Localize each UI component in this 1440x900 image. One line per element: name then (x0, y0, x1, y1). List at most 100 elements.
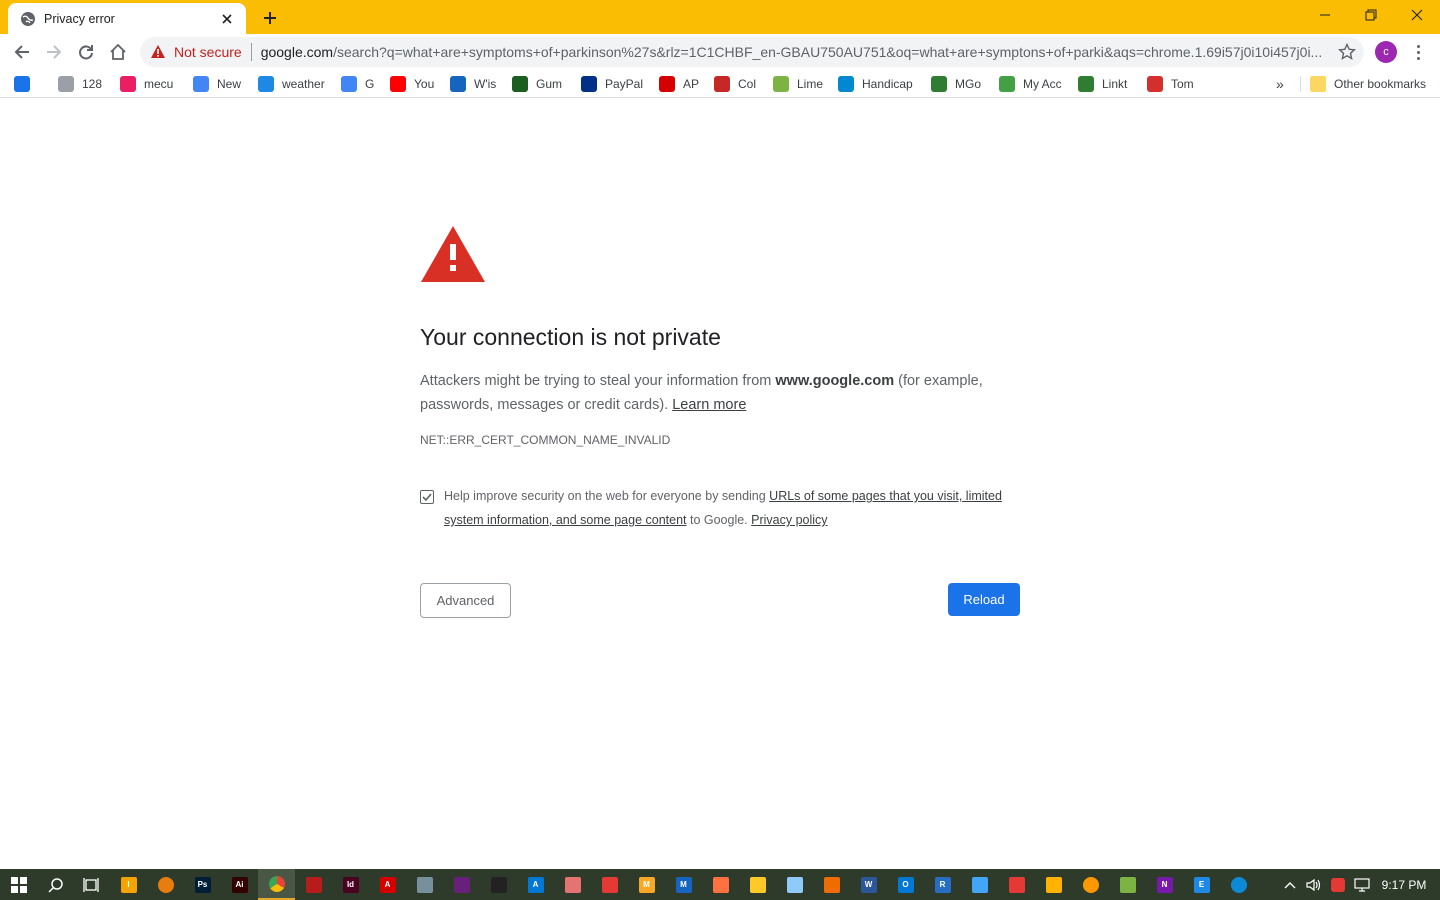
url-text[interactable]: google.com/search?q=what+are+symptoms+of… (261, 44, 1326, 60)
taskbar-clock[interactable]: 9:17 PM (1376, 869, 1432, 900)
taskbar-app-button[interactable]: Id (332, 869, 369, 900)
bookmark-item[interactable]: Col (714, 74, 756, 94)
taskbar-app-button[interactable] (702, 869, 739, 900)
taskbar-app-button[interactable] (1220, 869, 1257, 900)
back-button[interactable] (8, 38, 36, 66)
tab-privacy-error[interactable]: Privacy error (8, 3, 246, 34)
bookmark-item[interactable] (14, 74, 38, 94)
restore-button[interactable] (1348, 0, 1394, 30)
arrow-left-icon (14, 45, 29, 59)
taskbar-app-button[interactable]: A (517, 869, 554, 900)
volume-icon[interactable] (1303, 869, 1325, 900)
taskbar-app-button[interactable]: W (850, 869, 887, 900)
taskbar-app-button[interactable] (998, 869, 1035, 900)
taskbar-app-button[interactable] (813, 869, 850, 900)
star-icon[interactable] (1338, 43, 1356, 61)
taskbar-app-button[interactable]: A (369, 869, 406, 900)
taskbar-app-button[interactable]: O (887, 869, 924, 900)
taskbar-app-button[interactable] (1109, 869, 1146, 900)
search-button[interactable] (37, 869, 74, 900)
not-secure-label[interactable]: Not secure (174, 44, 242, 60)
taskbar-app-button[interactable]: Ai (221, 869, 258, 900)
bookmark-item[interactable]: Handicap (838, 74, 913, 94)
taskbar-app-button[interactable]: E (1183, 869, 1220, 900)
close-window-button[interactable] (1394, 0, 1440, 30)
bookmark-item[interactable]: Gum (512, 74, 562, 94)
taskbar-app-button[interactable] (776, 869, 813, 900)
unity-icon (490, 876, 507, 893)
taskbar-app-button[interactable]: I (110, 869, 147, 900)
taskbar-app-button[interactable] (1072, 869, 1109, 900)
taskbar-app-button[interactable] (295, 869, 332, 900)
taskbar-app-button[interactable]: N (1146, 869, 1183, 900)
bookmark-item[interactable]: G (341, 74, 374, 94)
taskbar-app-button[interactable] (554, 869, 591, 900)
bookmark-item[interactable]: Linkt (1078, 74, 1127, 94)
bookmarks-overflow-chevron-icon[interactable]: » (1276, 74, 1292, 94)
chrome-icon (268, 875, 285, 892)
optin-checkbox[interactable] (420, 490, 434, 504)
remote-icon (971, 876, 988, 893)
taskbar-app-button[interactable] (961, 869, 998, 900)
plus-icon (264, 12, 276, 24)
network-icon[interactable] (1351, 869, 1373, 900)
gear-app-icon (416, 876, 433, 893)
task-view-button[interactable] (72, 869, 109, 900)
minimize-button[interactable] (1302, 0, 1348, 30)
bookmark-item[interactable]: PayPal (581, 74, 643, 94)
reload-page-button[interactable]: Reload (948, 583, 1020, 616)
address-bar[interactable]: Not secure google.com/search?q=what+are+… (140, 37, 1364, 67)
bookmark-item[interactable]: mecu (120, 74, 173, 94)
illustrator-icon: Ai (231, 876, 248, 893)
url-path: /search?q=what+are+symptoms+of+parkinson… (333, 44, 1323, 60)
visual-studio-icon (453, 876, 470, 893)
privacy-policy-link[interactable]: Privacy policy (751, 513, 827, 527)
chrome-menu-button[interactable] (1408, 39, 1428, 65)
bookmark-item[interactable]: You (390, 74, 434, 94)
close-tab-icon[interactable] (218, 10, 236, 28)
lime-icon (773, 76, 789, 92)
arrow-right-icon (47, 45, 62, 59)
bookmark-item[interactable]: MGo (931, 74, 981, 94)
warning-triangle-icon[interactable] (150, 44, 166, 60)
profile-avatar[interactable]: c (1375, 41, 1397, 63)
taskbar-app-button[interactable]: Ps (184, 869, 221, 900)
bookmark-item[interactable]: weather (258, 74, 325, 94)
bookmark-item[interactable]: 128 (58, 74, 102, 94)
bookmark-item[interactable]: New (193, 74, 241, 94)
reload-button[interactable] (72, 38, 100, 66)
taskbar-app-button[interactable]: M (628, 869, 665, 900)
taskbar-app-button[interactable] (739, 869, 776, 900)
taskbar-app-button[interactable] (591, 869, 628, 900)
advanced-button[interactable]: Advanced (420, 583, 511, 618)
bookmark-item[interactable]: W'is (450, 74, 496, 94)
taskbar-app-button[interactable] (1035, 869, 1072, 900)
folder-icon (1310, 76, 1326, 92)
youtube-icon (390, 76, 406, 92)
learn-more-link[interactable]: Learn more (672, 397, 746, 413)
bookmark-item[interactable]: Lime (773, 74, 823, 94)
taskbar-app-button[interactable] (443, 869, 480, 900)
globe-icon (20, 11, 36, 27)
taskbar-app-button[interactable] (480, 869, 517, 900)
network-app-icon[interactable] (1327, 869, 1349, 900)
taskbar-app-button[interactable]: M (665, 869, 702, 900)
bookmark-label: G (365, 77, 375, 91)
bookmark-item[interactable]: My Acc (999, 74, 1062, 94)
taskbar-app-button[interactable] (147, 869, 184, 900)
warning-triangle-icon (421, 226, 485, 282)
mecu-icon (120, 76, 136, 92)
other-bookmarks-folder[interactable]: Other bookmarks (1310, 74, 1426, 94)
windows-logo-icon (10, 876, 27, 893)
start-button[interactable] (0, 869, 37, 900)
taskbar-app-button[interactable] (406, 869, 443, 900)
taskbar-app-button[interactable]: R (924, 869, 961, 900)
tray-chevron-icon[interactable] (1280, 869, 1300, 900)
forward-button[interactable] (40, 38, 68, 66)
bookmark-item[interactable]: AP (659, 74, 699, 94)
bookmark-item[interactable]: Tom (1147, 74, 1194, 94)
taskbar-app-button[interactable] (258, 869, 295, 900)
home-button[interactable] (104, 38, 132, 66)
new-tab-button[interactable] (258, 6, 282, 30)
onenote-icon: N (1156, 876, 1173, 893)
